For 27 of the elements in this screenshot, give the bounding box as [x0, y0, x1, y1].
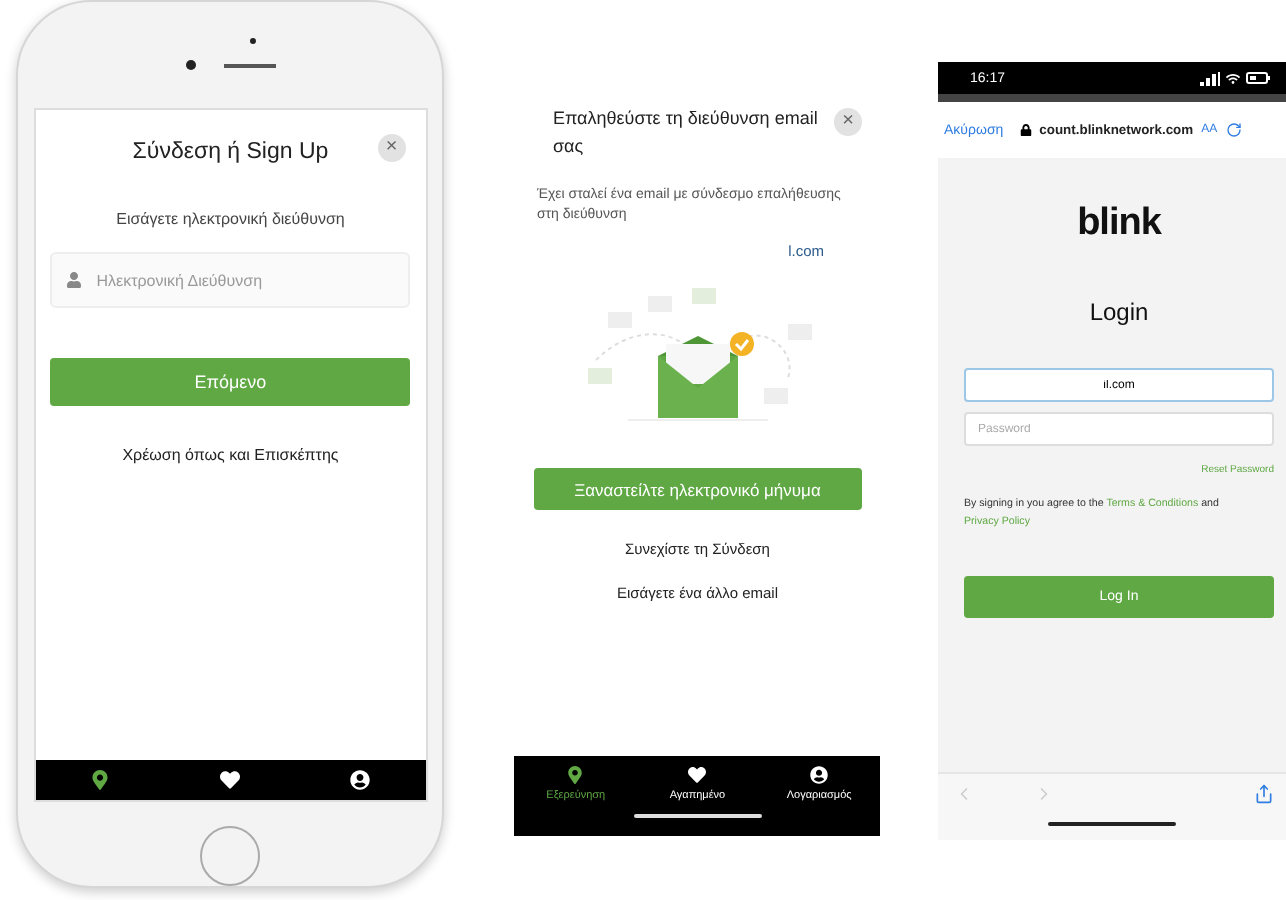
resend-button[interactable]: Ξαναστείλτε ηλεκτρονικό μήνυμα [533, 468, 862, 510]
user-icon [66, 272, 83, 288]
dialog-title: Σύνδεση ή Sign Up [132, 140, 329, 164]
share-icon[interactable] [1254, 784, 1274, 804]
heart-icon [688, 766, 707, 784]
heart-icon[interactable] [220, 770, 241, 790]
login-title: Login [1089, 298, 1149, 326]
next-button[interactable]: Επόμενο [50, 358, 411, 406]
guest-link[interactable]: Χρέωση όπως και Επισκέπτης [122, 446, 339, 464]
reload-icon[interactable] [1225, 122, 1242, 138]
lock-icon [1019, 124, 1032, 136]
close-button[interactable]: × [834, 108, 862, 136]
signal-icon [1200, 71, 1220, 85]
email-prompt: Εισάγετε ηλεκτρονική διεύθυνση [116, 210, 345, 228]
sensor-dot [250, 38, 256, 44]
blink-logo: blink [1077, 202, 1161, 246]
email-field[interactable]: Ηλεκτρονική Διεύθυνση [50, 252, 411, 308]
close-button[interactable]: × [377, 134, 406, 162]
wifi-icon [1226, 71, 1240, 85]
map-pin-icon [566, 766, 585, 784]
dialog-title: Επαληθεύστε τη διεύθυνση email σας [550, 106, 820, 160]
battery-icon [1246, 72, 1270, 84]
home-indicator [633, 814, 762, 818]
camera-dot [185, 60, 196, 70]
map-pin-icon[interactable] [90, 770, 111, 790]
home-indicator [1048, 822, 1176, 826]
home-button[interactable] [200, 826, 261, 886]
